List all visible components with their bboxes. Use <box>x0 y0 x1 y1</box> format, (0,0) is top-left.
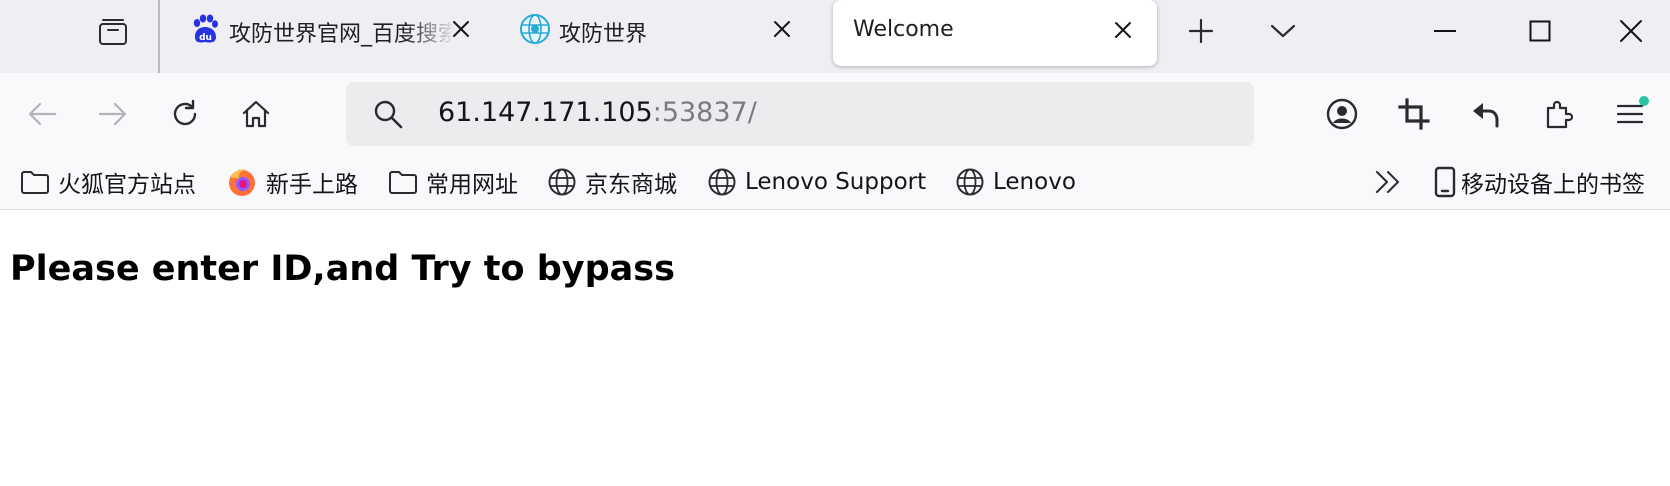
close-icon <box>1115 22 1131 38</box>
bookmark-label: 新手上路 <box>266 172 358 198</box>
page-content: Please enter ID,and Try to bypass <box>0 211 1670 486</box>
undo-icon <box>1473 103 1499 128</box>
maximize-icon <box>1529 20 1551 42</box>
close-icon <box>774 21 790 37</box>
home-icon <box>242 100 270 128</box>
forward-arrow-icon <box>98 102 127 126</box>
address-bar[interactable]: 61.147.171.105:53837/ <box>346 82 1254 146</box>
chevron-down-icon <box>1270 24 1296 38</box>
firefox-view-icon <box>99 19 127 45</box>
page-heading: Please enter ID,and Try to bypass <box>10 249 675 289</box>
tab-close-button[interactable] <box>446 14 476 44</box>
bookmarks-overflow-button[interactable] <box>1373 165 1403 199</box>
bookmark-jd[interactable]: 京东商城 <box>547 165 677 199</box>
bookmark-getting-started[interactable]: 新手上路 <box>226 165 358 199</box>
globe-icon <box>708 168 736 196</box>
close-icon <box>1620 20 1642 42</box>
reload-button[interactable] <box>163 92 207 136</box>
reload-icon <box>173 99 197 126</box>
firefox-view-button[interactable] <box>85 12 141 50</box>
account-button[interactable] <box>1320 92 1364 136</box>
screenshot-button[interactable] <box>1392 92 1436 136</box>
browser-window: du 攻防世界官网_百度搜索 攻防世界 Welcome 61.147.171.1… <box>0 0 1670 486</box>
double-chevron-right-icon <box>1376 171 1399 193</box>
tab-close-button[interactable] <box>1108 15 1138 45</box>
undo-button[interactable] <box>1463 92 1507 136</box>
bookmark-label: Lenovo Support <box>745 169 927 195</box>
mobile-icon <box>1434 166 1456 198</box>
baidu-paw-icon: du <box>193 14 218 43</box>
xctf-globe-icon <box>520 14 550 44</box>
globe-icon <box>956 168 984 196</box>
home-button[interactable] <box>234 92 278 136</box>
tab-strip: du 攻防世界官网_百度搜索 攻防世界 Welcome <box>0 0 1670 73</box>
tab-baidu[interactable]: du 攻防世界官网_百度搜索 <box>165 0 485 60</box>
bookmarks-toolbar: 火狐官方站点 新手上路 常用网址 京东商城 Lenovo Support Len… <box>0 155 1670 210</box>
tab-xctf[interactable]: 攻防世界 <box>495 0 815 60</box>
folder-icon <box>389 171 417 194</box>
navigation-toolbar: 61.147.171.105:53837/ <box>0 73 1670 155</box>
tab-title: Welcome <box>853 17 954 42</box>
extensions-icon <box>1546 100 1574 129</box>
folder-icon <box>21 171 49 194</box>
globe-icon <box>548 168 576 196</box>
url-text[interactable]: 61.147.171.105:53837/ <box>438 97 757 128</box>
app-menu-button[interactable] <box>1608 92 1652 136</box>
bookmark-lenovo[interactable]: Lenovo <box>955 165 1076 199</box>
minimize-button[interactable] <box>1422 12 1468 50</box>
url-port-path: :53837/ <box>652 97 757 128</box>
close-window-button[interactable] <box>1608 12 1654 50</box>
plus-icon <box>1188 18 1214 44</box>
update-notification-dot <box>1639 96 1649 106</box>
bookmark-firefox-official[interactable]: 火狐官方站点 <box>20 165 196 199</box>
firefox-icon <box>229 169 255 196</box>
bookmark-common-sites[interactable]: 常用网址 <box>388 165 518 199</box>
maximize-button[interactable] <box>1517 12 1563 50</box>
tab-strip-divider <box>158 0 160 73</box>
crop-icon <box>1398 98 1430 130</box>
account-icon <box>1326 98 1358 130</box>
tab-title: 攻防世界 <box>559 22 648 47</box>
tab-title: 攻防世界官网_百度搜索 <box>229 22 455 47</box>
bookmark-label: 京东商城 <box>585 172 677 198</box>
list-all-tabs-button[interactable] <box>1260 12 1306 50</box>
bookmark-lenovo-support[interactable]: Lenovo Support <box>707 165 926 199</box>
extensions-button[interactable] <box>1536 92 1580 136</box>
search-icon <box>374 100 403 129</box>
svg-text:du: du <box>199 33 212 43</box>
new-tab-button[interactable] <box>1178 12 1224 50</box>
close-icon <box>453 21 469 37</box>
tab-welcome-active[interactable]: Welcome <box>833 0 1157 66</box>
back-arrow-icon <box>28 102 57 126</box>
bookmark-label: 常用网址 <box>426 172 518 198</box>
minimize-icon <box>1434 30 1456 32</box>
menu-icon <box>1616 104 1644 124</box>
bookmark-label: 火狐官方站点 <box>58 172 196 198</box>
bookmark-label: Lenovo <box>993 169 1076 195</box>
back-button[interactable] <box>20 92 64 136</box>
mobile-bookmarks-label: 移动设备上的书签 <box>1461 172 1645 198</box>
url-host: 61.147.171.105 <box>438 97 653 128</box>
mobile-bookmarks-folder[interactable]: 移动设备上的书签 <box>1433 165 1645 199</box>
tab-close-button[interactable] <box>767 14 797 44</box>
forward-button[interactable] <box>91 92 135 136</box>
